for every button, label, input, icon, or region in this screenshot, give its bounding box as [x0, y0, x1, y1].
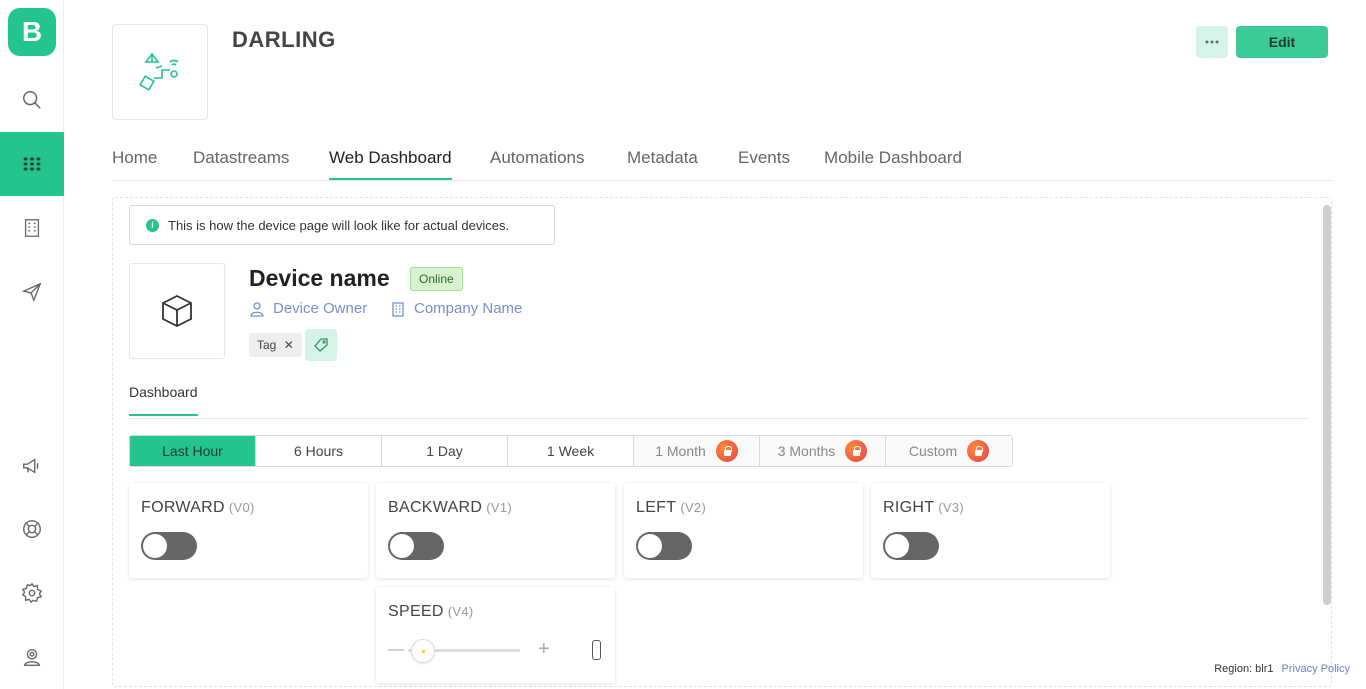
time-range-selector: Last Hour 6 Hours 1 Day 1 Week 1 Month 3… [129, 435, 1013, 467]
tab-home[interactable]: Home [112, 148, 157, 180]
speed-slider-handle[interactable] [411, 639, 435, 663]
range-last-hour[interactable]: Last Hour [130, 436, 256, 466]
dots-icon [1205, 40, 1219, 44]
widget-title: BACKWARD [388, 499, 483, 516]
template-thumbnail[interactable] [112, 24, 208, 120]
range-label: 1 Week [546, 443, 595, 459]
lock-icon [845, 440, 868, 462]
range-label: 1 Month [655, 443, 706, 459]
tab-datastreams[interactable]: Datastreams [193, 148, 289, 180]
app-logo[interactable]: B [8, 8, 56, 56]
range-label: 3 Months [777, 443, 836, 459]
lock-icon [967, 440, 990, 462]
template-tabs: Home Datastreams Web Dashboard Automatio… [112, 140, 1332, 181]
sidebar: B [0, 0, 64, 689]
building-icon [392, 301, 404, 317]
add-tag-button[interactable] [305, 329, 337, 361]
widget-pin: (V0) [228, 500, 255, 515]
cube-icon [162, 294, 192, 328]
organizations-icon[interactable] [0, 196, 64, 260]
device-owner-label: Device Owner [273, 300, 368, 317]
range-label: Custom [908, 443, 958, 459]
preview-notice: i This is how the device page will look … [129, 205, 555, 245]
increment-button[interactable]: + [538, 638, 550, 661]
search-icon[interactable] [0, 68, 64, 132]
info-icon: i [146, 218, 159, 232]
tag-icon [314, 338, 328, 352]
edit-button[interactable]: Edit [1236, 26, 1328, 58]
widget-title: SPEED [388, 603, 444, 620]
range-label: Last Hour [162, 443, 223, 459]
tab-automations[interactable]: Automations [490, 148, 585, 180]
more-options-button[interactable] [1196, 26, 1228, 58]
range-custom[interactable]: Custom [886, 436, 1012, 466]
widget-pin: (V2) [680, 500, 707, 515]
settings-icon[interactable] [0, 561, 64, 625]
close-icon[interactable]: ✕ [284, 338, 294, 352]
widget-pin: (V3) [938, 500, 965, 515]
widget-title: LEFT [636, 499, 677, 516]
widget-right: RIGHT (V3) [871, 483, 1110, 578]
widget-backward: BACKWARD (V1) [376, 483, 615, 578]
user-icon[interactable] [0, 625, 64, 689]
company-name[interactable]: Company Name [390, 300, 522, 317]
tag-chip[interactable]: Tag ✕ [249, 333, 302, 357]
help-icon[interactable] [0, 497, 64, 561]
send-icon[interactable] [0, 260, 64, 324]
range-label: 6 Hours [293, 443, 344, 459]
region-label: Region: blr1 [1214, 663, 1274, 675]
panel-scrollbar[interactable] [1323, 205, 1331, 605]
tab-mobile-dashboard[interactable]: Mobile Dashboard [824, 148, 962, 180]
template-title: DARLING [232, 27, 336, 52]
subtab-dashboard[interactable]: Dashboard [129, 384, 198, 416]
value-input[interactable] [592, 640, 601, 660]
tag-label: Tag [257, 338, 277, 352]
tab-web-dashboard[interactable]: Web Dashboard [329, 148, 452, 180]
widget-speed: SPEED (V4) — + [376, 587, 615, 683]
right-switch[interactable] [883, 532, 939, 560]
range-6-hours[interactable]: 6 Hours [256, 436, 382, 466]
device-owner[interactable]: Device Owner [249, 300, 367, 317]
subtab-divider [129, 418, 1309, 419]
range-1-month[interactable]: 1 Month [634, 436, 760, 466]
status-badge: Online [410, 267, 463, 291]
tab-metadata[interactable]: Metadata [627, 148, 698, 180]
notice-text: This is how the device page will look li… [168, 217, 510, 233]
megaphone-icon[interactable] [0, 434, 64, 498]
widget-pin: (V1) [486, 500, 513, 515]
range-label: 1 Day [426, 443, 463, 459]
privacy-policy-link[interactable]: Privacy Policy [1282, 663, 1350, 675]
backward-switch[interactable] [388, 532, 444, 560]
widget-forward: FORWARD (V0) [129, 483, 368, 578]
widget-pin: (V4) [447, 604, 474, 619]
device-name: Device name [249, 265, 390, 291]
left-switch[interactable] [636, 532, 692, 560]
decrement-button[interactable]: — [388, 641, 404, 659]
widget-title: RIGHT [883, 499, 935, 516]
forward-switch[interactable] [141, 532, 197, 560]
device-image [129, 263, 225, 359]
range-1-day[interactable]: 1 Day [382, 436, 508, 466]
range-3-months[interactable]: 3 Months [760, 436, 886, 466]
user-outline-icon [250, 301, 264, 317]
range-1-week[interactable]: 1 Week [508, 436, 634, 466]
lock-icon [715, 440, 738, 462]
company-name-label: Company Name [414, 300, 523, 317]
tab-events[interactable]: Events [738, 148, 790, 180]
widget-title: FORWARD [141, 499, 225, 516]
widget-left: LEFT (V2) [624, 483, 863, 578]
footer: Region: blr1 Privacy Policy [1214, 663, 1350, 675]
robot-car-icon [139, 52, 179, 91]
devices-icon[interactable] [0, 132, 64, 196]
